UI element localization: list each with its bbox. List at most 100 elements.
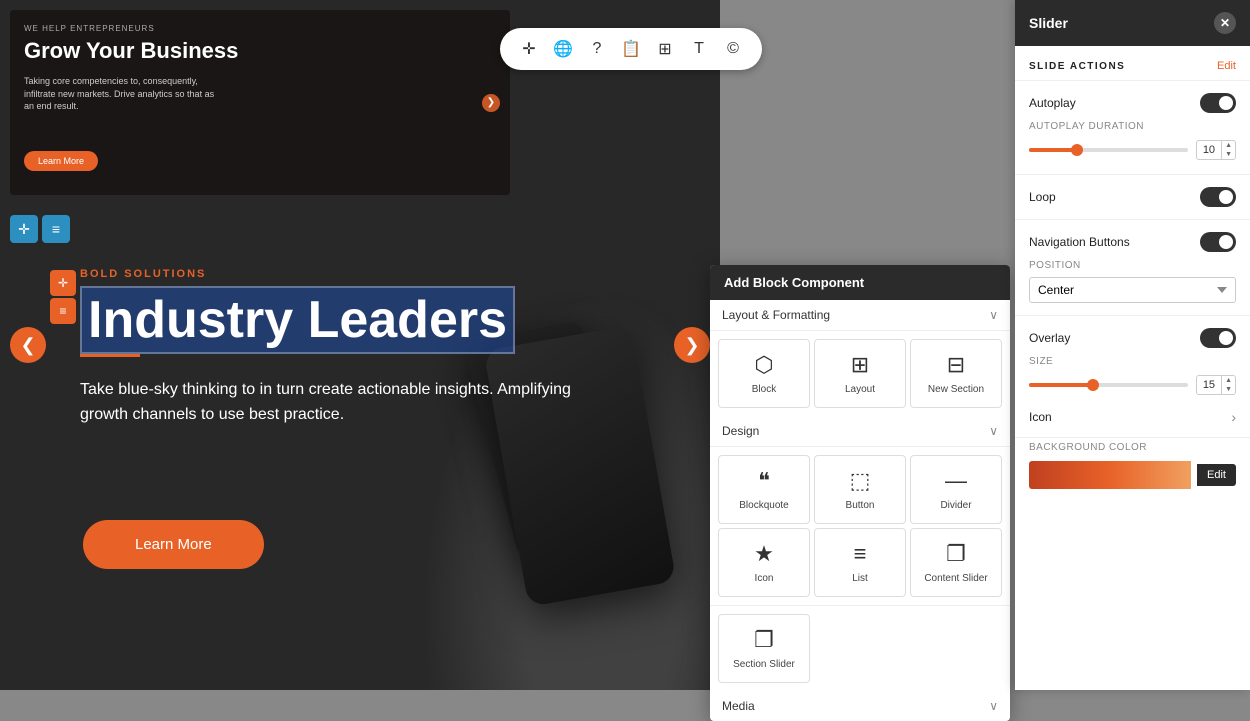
overlay-toggle[interactable] xyxy=(1200,328,1236,348)
nav-buttons-toggle[interactable] xyxy=(1200,232,1236,252)
content-slider-icon: ❐ xyxy=(946,541,966,567)
bg-color-row: Edit xyxy=(1015,457,1250,499)
blockquote-icon: ❝ xyxy=(758,468,770,494)
section-slider-item[interactable]: ❐ Section Slider xyxy=(718,614,810,683)
autoplay-duration-steppers: ▲ ▼ xyxy=(1221,141,1235,159)
slider-settings-panel: Slider ✕ SLIDE ACTIONS Edit Autoplay Aut… xyxy=(1015,0,1250,690)
icon-row: Icon › xyxy=(1015,405,1250,433)
slide-actions-edit-link[interactable]: Edit xyxy=(1217,60,1236,72)
autoplay-duration-label: Autoplay Duration xyxy=(1015,121,1250,136)
list-item[interactable]: ≡ List xyxy=(814,528,906,597)
preview-top-label: WE HELP ENTREPRENEURS xyxy=(24,24,155,33)
size-thumb[interactable] xyxy=(1087,379,1099,391)
globe-icon[interactable]: 🌐 xyxy=(548,34,578,64)
bg-color-edit-button[interactable]: Edit xyxy=(1197,464,1236,486)
block-label: Block xyxy=(752,384,776,395)
close-panel-button[interactable]: ✕ xyxy=(1214,12,1236,34)
star-icon: ★ xyxy=(754,541,774,567)
new-section-label: New Section xyxy=(928,384,984,395)
size-value: 15 xyxy=(1197,377,1221,393)
icon-row-chevron[interactable]: › xyxy=(1231,409,1236,425)
learn-more-button[interactable]: Learn More xyxy=(83,520,264,569)
clipboard-icon[interactable]: 📋 xyxy=(616,34,646,64)
slide-actions-section: SLIDE ACTIONS Edit xyxy=(1015,46,1250,76)
nav-buttons-label: Navigation Buttons xyxy=(1029,235,1130,249)
content-slider-item[interactable]: ❐ Content Slider xyxy=(910,528,1002,597)
size-track[interactable] xyxy=(1029,383,1188,387)
extra-icon-grid: ❐ Section Slider xyxy=(710,605,1010,691)
drag-bar[interactable]: ✛ ≡ xyxy=(10,215,70,243)
icon-item[interactable]: ★ Icon xyxy=(718,528,810,597)
loop-toggle[interactable] xyxy=(1200,187,1236,207)
content-slider-label: Content Slider xyxy=(924,573,987,584)
bg-color-swatch[interactable] xyxy=(1029,461,1191,489)
add-block-title: Add Block Component xyxy=(724,275,864,290)
add-block-header: Add Block Component xyxy=(710,265,1010,300)
slide-arrow-right[interactable]: ❯ xyxy=(674,327,710,363)
bg-color-sub-label: Background Color xyxy=(1015,442,1250,457)
preview-window: WE HELP ENTREPRENEURS Grow Your Business… xyxy=(10,10,510,195)
industry-leaders-heading[interactable]: Industry Leaders xyxy=(80,286,515,354)
button-item[interactable]: ⬚ Button xyxy=(814,455,906,524)
list-label: List xyxy=(852,573,868,584)
slider-panel-title: Slider xyxy=(1029,15,1068,31)
icon-label: Icon xyxy=(755,573,774,584)
autoplay-duration-track[interactable] xyxy=(1029,148,1188,152)
autoplay-duration-value-box: 10 ▲ ▼ xyxy=(1196,140,1236,160)
block-icon: ⬡ xyxy=(754,352,773,378)
divider-label: Divider xyxy=(940,500,971,511)
new-section-icon: ⊟ xyxy=(947,352,965,378)
size-up-arrow[interactable]: ▲ xyxy=(1222,376,1235,385)
left-menu-handle[interactable]: ≡ xyxy=(50,298,76,324)
autoplay-toggle[interactable] xyxy=(1200,93,1236,113)
grid-icon[interactable]: ⊞ xyxy=(650,34,680,64)
menu-handle[interactable]: ≡ xyxy=(42,215,70,243)
size-steppers: ▲ ▼ xyxy=(1221,376,1235,394)
block-item[interactable]: ⬡ Block xyxy=(718,339,810,408)
layout-section-row[interactable]: Layout & Formatting ∨ xyxy=(710,300,1010,331)
slide-arrow-left[interactable]: ❮ xyxy=(10,327,46,363)
slider-panel-header: Slider ✕ xyxy=(1015,0,1250,46)
icon-row-label: Icon xyxy=(1029,410,1052,424)
new-section-item[interactable]: ⊟ New Section xyxy=(910,339,1002,408)
loop-row: Loop xyxy=(1015,179,1250,215)
size-down-arrow[interactable]: ▼ xyxy=(1222,385,1235,394)
position-sub-label: Position xyxy=(1015,260,1250,275)
move-handle[interactable]: ✛ xyxy=(10,215,38,243)
media-section-row[interactable]: Media ∨ xyxy=(710,691,1010,721)
list-icon: ≡ xyxy=(854,541,867,567)
divider-item[interactable]: — Divider xyxy=(910,455,1002,524)
autoplay-duration-value: 10 xyxy=(1197,142,1221,158)
autoplay-label: Autoplay xyxy=(1029,96,1076,110)
autoplay-up-arrow[interactable]: ▲ xyxy=(1222,141,1235,150)
autoplay-duration-thumb[interactable] xyxy=(1071,144,1083,156)
section-slider-label: Section Slider xyxy=(733,659,795,670)
text-icon[interactable]: T xyxy=(684,34,714,64)
blockquote-label: Blockquote xyxy=(739,500,788,511)
design-section-label: Design xyxy=(722,424,759,438)
preview-body: Taking core competencies to, consequentl… xyxy=(24,75,224,113)
left-drag-bar[interactable]: ✛ ≡ xyxy=(50,270,76,324)
layout-section-label: Layout & Formatting xyxy=(722,308,830,322)
preview-learn-more-button[interactable]: Learn More xyxy=(24,151,98,171)
left-move-handle[interactable]: ✛ xyxy=(50,270,76,296)
help-icon[interactable]: ? xyxy=(582,34,612,64)
layout-item[interactable]: ⊞ Layout xyxy=(814,339,906,408)
size-slider-row: 15 ▲ ▼ xyxy=(1015,371,1250,405)
position-select[interactable]: Left Center Right xyxy=(1029,277,1236,303)
slide-actions-label: SLIDE ACTIONS xyxy=(1029,61,1125,72)
plus-icon[interactable]: ✛ xyxy=(514,34,544,64)
button-icon: ⬚ xyxy=(850,468,871,494)
design-chevron-icon: ∨ xyxy=(989,424,998,438)
preview-arrow-right[interactable]: ❯ xyxy=(482,94,500,112)
design-section-row[interactable]: Design ∨ xyxy=(710,416,1010,447)
autoplay-down-arrow[interactable]: ▼ xyxy=(1222,150,1235,159)
preview-title: Grow Your Business xyxy=(24,38,238,64)
media-icon[interactable]: © xyxy=(718,34,748,64)
preview-bg: WE HELP ENTREPRENEURS Grow Your Business… xyxy=(10,10,510,195)
slide-paragraph: Take blue-sky thinking to in turn create… xyxy=(80,378,600,428)
size-value-box: 15 ▲ ▼ xyxy=(1196,375,1236,395)
toolbar-strip: ✛ 🌐 ? 📋 ⊞ T © xyxy=(500,28,762,70)
loop-label: Loop xyxy=(1029,190,1056,204)
blockquote-item[interactable]: ❝ Blockquote xyxy=(718,455,810,524)
